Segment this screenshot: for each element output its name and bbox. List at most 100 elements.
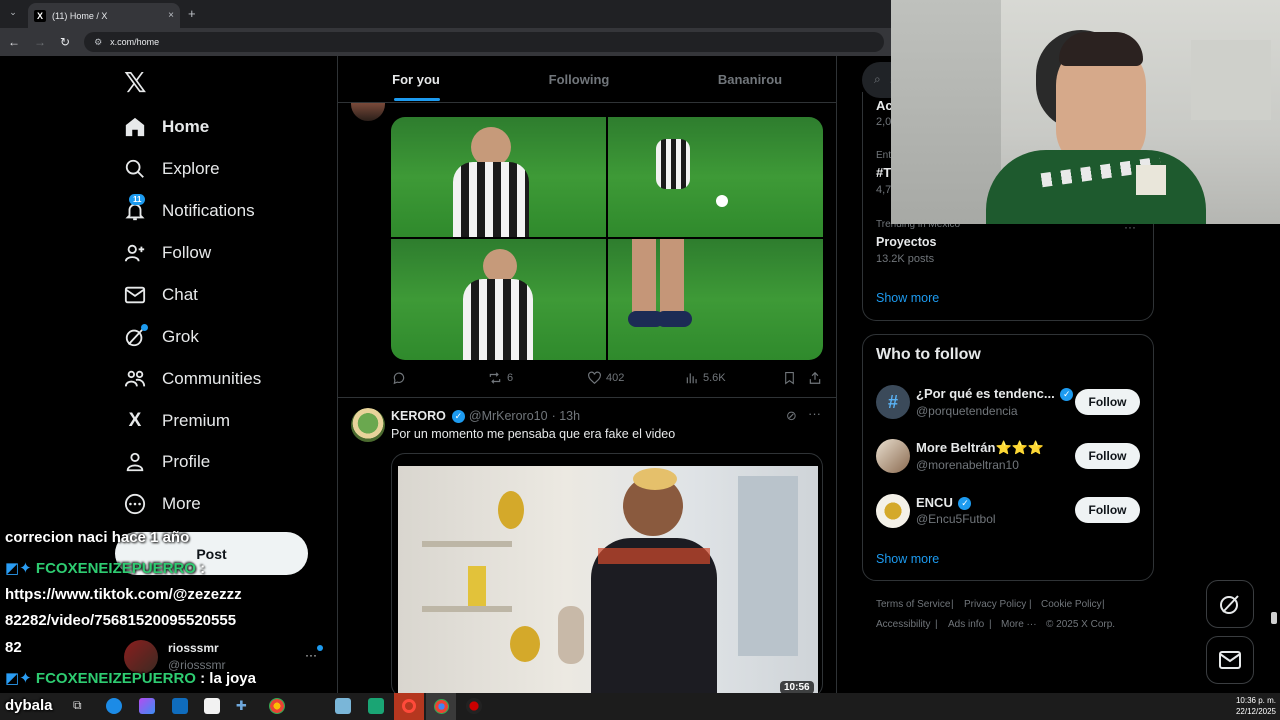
sidebar-item-label: Communities xyxy=(162,369,262,388)
suggested-account-name[interactable]: More Beltrán⭐⭐⭐ xyxy=(916,440,1044,456)
messages-float-button[interactable] xyxy=(1206,636,1254,684)
search-icon: ⌕ xyxy=(874,72,881,86)
post-author-handle[interactable]: @MrKeroro10 xyxy=(469,409,548,423)
reply-button[interactable] xyxy=(392,371,410,385)
tab-following[interactable]: Following xyxy=(500,56,658,102)
chrome-taskbar-button[interactable] xyxy=(426,693,456,720)
mail-icon xyxy=(124,284,146,306)
trend-partial-count: 4,7 xyxy=(876,184,892,196)
post-video[interactable]: 10:56 xyxy=(391,453,823,698)
sidebar-item-premium[interactable]: X Premium xyxy=(124,400,230,442)
follow-button[interactable]: Follow xyxy=(1075,443,1140,469)
post-author-name[interactable]: KERORO xyxy=(391,409,446,423)
footer-link-cookie[interactable]: Cookie Policy xyxy=(1041,599,1102,610)
show-more-trends-link[interactable]: Show more xyxy=(876,291,939,305)
reload-icon[interactable]: ↻ xyxy=(60,35,70,49)
footer-link-accessibility[interactable]: Accessibility xyxy=(876,619,930,630)
suggested-account-handle: @porquetendencia xyxy=(916,404,1018,418)
tab-for-you[interactable]: For you xyxy=(338,56,494,102)
tab-search-icon[interactable]: ⌄ xyxy=(6,7,20,21)
post-author-avatar[interactable] xyxy=(351,408,385,442)
post-image-grid[interactable] xyxy=(391,117,823,360)
repost-button[interactable]: 6 xyxy=(487,371,513,385)
footer-link-privacy[interactable]: Privacy Policy xyxy=(964,599,1026,610)
tab-bananirou[interactable]: Bananirou xyxy=(670,56,830,102)
chat-badge-icon: ◩✦ xyxy=(5,670,32,687)
vscode-icon[interactable]: ✚ xyxy=(236,698,252,714)
sidebar-item-communities[interactable]: Communities xyxy=(124,358,261,400)
share-button[interactable] xyxy=(808,371,822,385)
account-avatar[interactable] xyxy=(876,439,910,473)
new-tab-button[interactable]: + xyxy=(188,6,196,21)
grok-icon[interactable]: ⊘ xyxy=(786,408,797,424)
grok-float-button[interactable] xyxy=(1206,580,1254,628)
sidebar-item-chat[interactable]: Chat xyxy=(124,274,198,316)
sidebar-item-home[interactable]: Home xyxy=(124,106,209,148)
grok-icon xyxy=(124,324,148,348)
copilot-icon[interactable] xyxy=(139,698,155,714)
sidebar-item-label: Premium xyxy=(162,411,231,430)
url-field[interactable]: ⚙ x.com/home xyxy=(84,32,885,52)
reply-icon xyxy=(393,372,405,385)
sidebar-item-follow[interactable]: Follow xyxy=(124,232,211,274)
edge-icon[interactable] xyxy=(106,698,122,714)
app-icon[interactable] xyxy=(368,698,384,714)
footer-separator: | xyxy=(1102,599,1105,610)
post-image[interactable] xyxy=(391,117,606,237)
sidebar-item-grok[interactable]: Grok xyxy=(124,316,199,358)
like-button[interactable]: 402 xyxy=(587,371,624,385)
follow-button[interactable]: Follow xyxy=(1075,389,1140,415)
site-info-icon[interactable]: ⚙ xyxy=(94,37,102,48)
account-menu-icon[interactable]: ··· xyxy=(305,648,317,662)
footer-link-ads-info[interactable]: Ads info xyxy=(948,619,984,630)
post-image[interactable] xyxy=(608,239,823,360)
footer-copyright: © 2025 X Corp. xyxy=(1046,619,1116,630)
forward-arrow-icon[interactable]: → xyxy=(34,35,46,49)
bookmark-button[interactable] xyxy=(783,371,796,385)
x-favicon-icon: X xyxy=(34,9,46,22)
sidebar-item-explore[interactable]: Explore xyxy=(124,148,220,190)
post-more-icon[interactable]: ··· xyxy=(808,406,821,421)
chrome-icon[interactable] xyxy=(269,698,285,714)
obs-icon[interactable] xyxy=(466,698,482,714)
show-more-follow-link[interactable]: Show more xyxy=(876,552,939,566)
clock-date: 22/12/2025 xyxy=(1235,707,1276,716)
suggested-account-name[interactable]: ENCU ✓ xyxy=(916,495,972,511)
scrollbar-thumb[interactable] xyxy=(1271,612,1277,624)
sidebar-item-label: Profile xyxy=(162,452,211,471)
trend-post-count: 13.2K posts xyxy=(876,253,935,265)
taskbar-clock[interactable]: 10:36 p. m. 22/12/2025 xyxy=(1210,695,1276,717)
sidebar-item-profile[interactable]: Profile xyxy=(124,441,210,483)
footer-link-terms[interactable]: Terms of Service xyxy=(876,599,950,610)
trend-name[interactable]: Proyectos xyxy=(876,235,936,249)
tab-close-icon[interactable]: × xyxy=(168,10,174,21)
chat-badge-icon: ◩✦ xyxy=(5,560,32,577)
task-view-icon[interactable]: ⧉ xyxy=(73,698,89,714)
x-logo-icon[interactable]: 𝕏 xyxy=(124,66,147,99)
views-button[interactable]: 5.6K xyxy=(685,371,726,385)
trend-partial-name[interactable]: #T xyxy=(876,165,891,180)
mail-app-icon[interactable] xyxy=(172,698,188,714)
verified-badge-icon: ✓ xyxy=(958,497,972,511)
post-image[interactable] xyxy=(608,117,823,237)
account-avatar[interactable]: # xyxy=(876,385,910,419)
chat-message: ◩✦ FCOXENEIZEPUERRO : xyxy=(5,560,206,577)
store-icon[interactable] xyxy=(204,698,220,714)
post-time[interactable]: · 13h xyxy=(552,409,581,423)
follow-button[interactable]: Follow xyxy=(1075,497,1140,523)
notes-icon[interactable] xyxy=(335,698,351,714)
post-header: KERORO ✓ @MrKeroro10 · 13h xyxy=(391,409,580,423)
footer-link-more[interactable]: More ··· xyxy=(1001,619,1037,630)
back-arrow-icon[interactable]: ← xyxy=(8,35,20,49)
account-avatar[interactable] xyxy=(876,494,910,528)
sidebar-item-more[interactable]: More xyxy=(124,483,201,525)
post-author-avatar[interactable] xyxy=(351,103,385,121)
post-image[interactable] xyxy=(391,239,606,360)
windows-taskbar xyxy=(0,693,1280,720)
verified-badge-icon: ✓ xyxy=(1060,388,1074,402)
browser-tab[interactable]: X (11) Home / X × xyxy=(28,3,180,28)
sidebar-item-notifications[interactable]: 11 Notifications xyxy=(124,190,255,232)
suggested-account-name[interactable]: ¿Por qué es tendenc... ✓ xyxy=(916,386,1074,402)
opera-taskbar-button[interactable] xyxy=(394,693,424,720)
tab-title: (11) Home / X xyxy=(52,10,108,21)
